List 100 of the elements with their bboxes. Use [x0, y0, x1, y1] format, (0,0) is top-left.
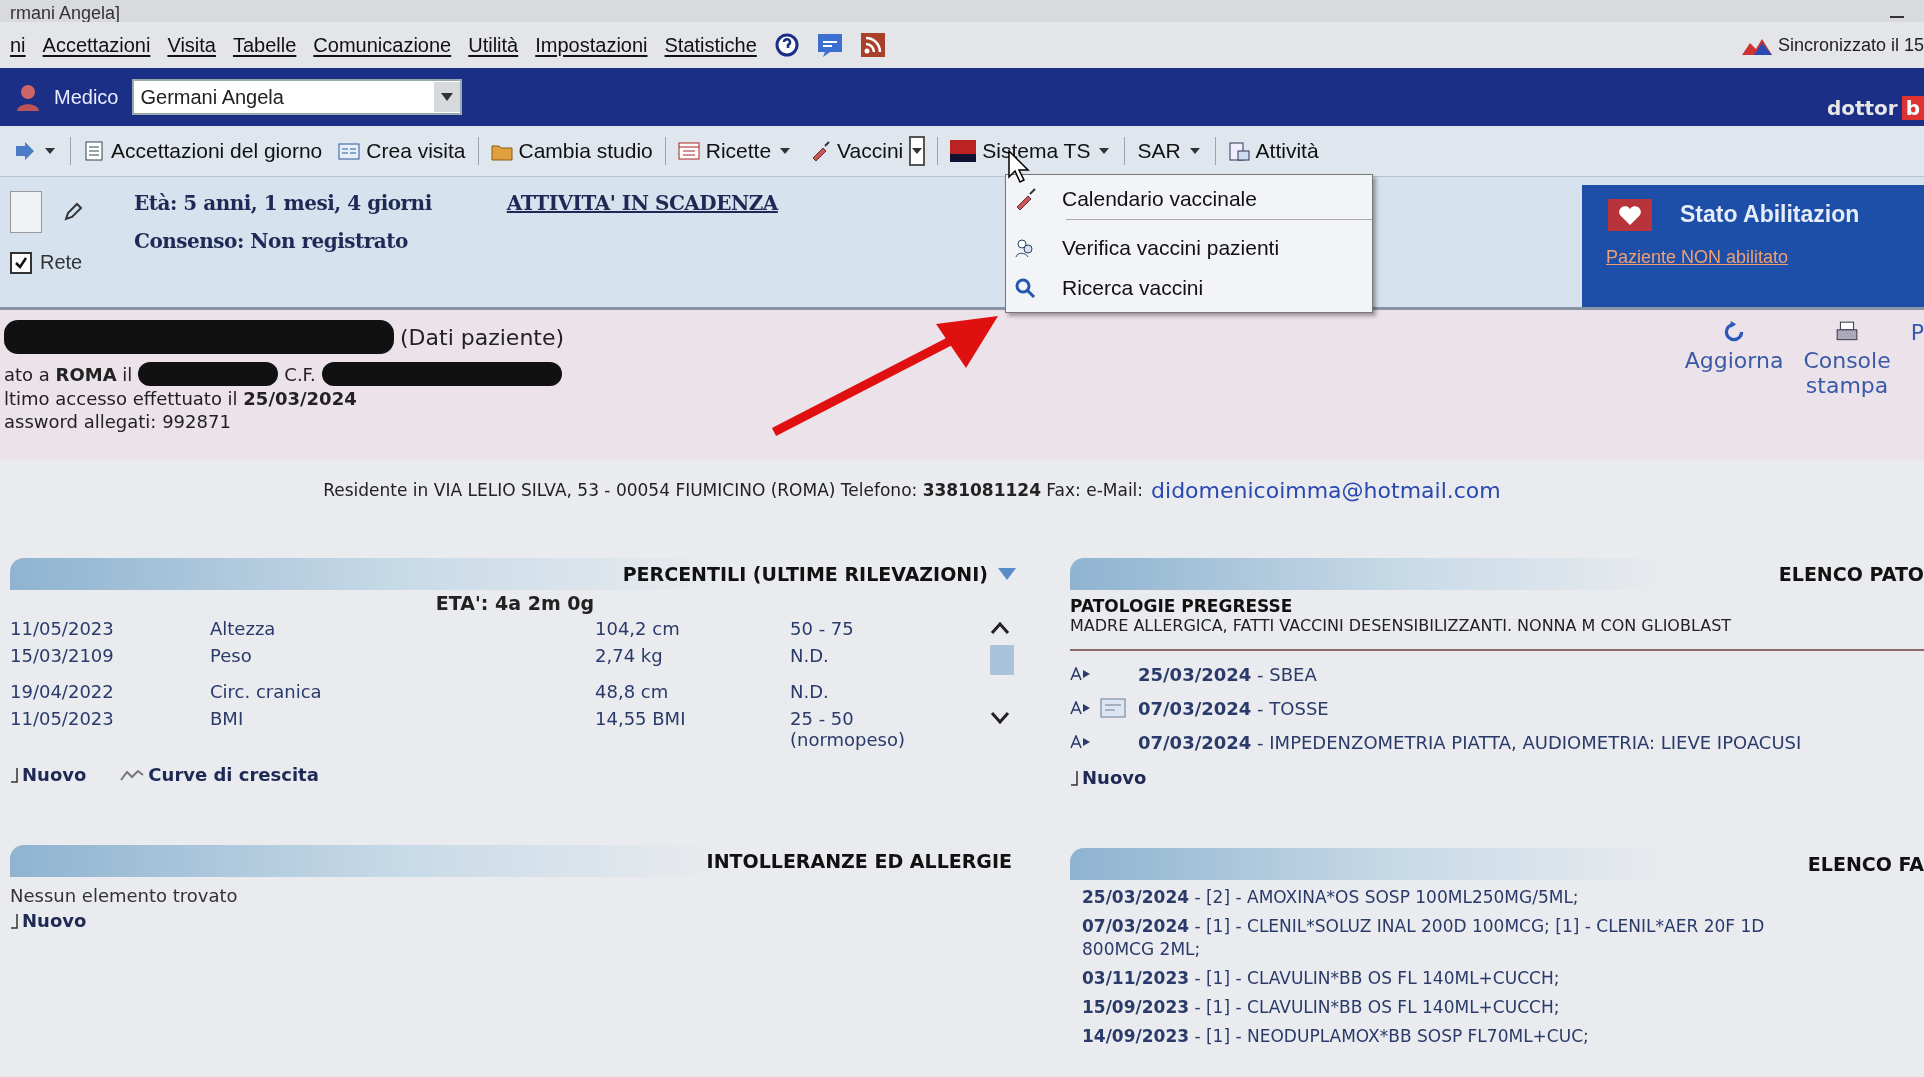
activities-link[interactable]: ATTIVITA' IN SCADENZA	[506, 191, 778, 215]
letter-arrow-icon	[1070, 701, 1092, 715]
table-cell-text: 50 - 75	[790, 618, 855, 639]
email-link[interactable]: didomenicoimma@hotmail.com	[1151, 477, 1501, 503]
enablement-title: Stato Abilitazion	[1680, 200, 1860, 228]
page-icon	[1070, 769, 1078, 786]
table-cell-text: 19/04/2022	[10, 681, 115, 702]
toolbar-button[interactable]: Crea visita	[334, 137, 470, 165]
section-heading: PATOLOGIE PREGRESSE	[1070, 596, 1294, 616]
action-link[interactable]: Curve di crescita	[120, 764, 319, 785]
caret-icon[interactable]	[441, 93, 454, 101]
table-cell-text: (normopeso)	[790, 729, 906, 750]
rss-icon[interactable]	[859, 32, 886, 58]
form-icon	[338, 140, 361, 162]
action-link[interactable]: Nuovo	[10, 764, 87, 785]
photo-placeholder	[10, 191, 42, 233]
table-cell-text: 2,74 kg	[595, 645, 664, 668]
enablement-link[interactable]: Paziente NON abilitato	[1606, 247, 1924, 268]
table-cell-text: 25 - 50	[790, 708, 855, 729]
brand-logo: dottor	[1826, 96, 1898, 120]
panel-title: PERCENTILI (ULTIME RILEVAZIONI)	[622, 563, 988, 585]
table-cell-text: 11/05/2023	[10, 618, 115, 639]
action-link[interactable]: Nuovo	[1070, 767, 1147, 788]
menu-item[interactable]: Tabelle	[232, 33, 297, 57]
checkbox-label: Rete	[40, 251, 83, 274]
table-cell-text: Altezza	[210, 618, 277, 639]
document-icon	[1100, 698, 1126, 718]
window-title: rmani Angela]	[10, 4, 121, 22]
clipboard-icon	[1227, 140, 1250, 162]
prescription-entry[interactable]: 03/11/2023 - [1] - CLAVULIN*BB OS FL 140ML+CUCCH;	[1070, 966, 1924, 990]
prescription-entry[interactable]: 15/09/2023 - [1] - CLAVULIN*BB OS FL 140ML+CUCCH;	[1070, 995, 1924, 1019]
tax-code-label: C.F.	[284, 363, 316, 385]
search-icon	[1014, 277, 1036, 299]
pathology-entry[interactable]: 07/03/2024 - IMPEDENZOMETRIA PIATTA, AUDIOMETRIA: LIEVE IPOACUSI	[1138, 731, 1802, 753]
empty-message: Nessun elemento trovato	[10, 885, 239, 906]
list-icon	[83, 140, 105, 162]
notes-text: MADRE ALLERGICA, FATTI VACCINI DESENSIBILIZZANTI. NONNA M CON GLIOBLAST	[1070, 616, 1924, 651]
table-cell-text: 104,2 cm	[595, 618, 681, 639]
toolbar-button[interactable]: Cambia studio	[486, 137, 657, 165]
scroll-up-icon[interactable]	[990, 621, 1010, 635]
people-icon	[1014, 237, 1036, 259]
toolbar-button[interactable]: Accettazioni del giorno	[79, 137, 327, 165]
panel-title: ELENCO FA	[1807, 853, 1924, 875]
menu-item[interactable]: Calendario vaccinale	[1006, 179, 1372, 219]
toolbar-button[interactable]: SAR	[1133, 134, 1207, 168]
help-icon[interactable]	[773, 32, 800, 58]
action-link[interactable]: Nuovo	[10, 910, 87, 931]
toolbar-button[interactable]: Ricette	[673, 134, 798, 168]
table-cell-text: Circ. cranica	[210, 681, 323, 702]
prescription-entry[interactable]: 25/03/2024 - [2] - AMOXINA*OS SOSP 100ML250MG/5ML;	[1070, 886, 1924, 909]
ts-logo-icon	[950, 140, 977, 162]
menu-item[interactable]: ni	[10, 33, 26, 57]
doctor-select[interactable]: Germani Angela	[132, 79, 463, 115]
pathology-entry[interactable]: 07/03/2024 - TOSSE	[1138, 697, 1329, 719]
table-cell-text: N.D.	[790, 645, 830, 666]
syringe-icon	[1014, 188, 1036, 210]
user-icon	[16, 83, 40, 111]
chat-icon[interactable]	[816, 32, 843, 58]
dropdown-caret[interactable]	[909, 136, 926, 166]
page-icon	[10, 766, 18, 783]
birth-text: ato a ROMA il	[4, 363, 133, 385]
menu-item[interactable]: Utilità	[468, 33, 519, 57]
consent-text: Consenso: Non registrato	[134, 229, 409, 253]
menu-item[interactable]: Ricerca vaccini	[1006, 268, 1372, 308]
menu-item[interactable]: Impostazioni	[535, 33, 648, 57]
doctor-label: Medico	[54, 85, 119, 109]
menu-item[interactable]: Comunicazione	[313, 33, 452, 57]
table-cell-text: 15/03/2109	[10, 645, 115, 668]
chart-line-icon	[120, 767, 145, 782]
table-icon	[677, 140, 700, 162]
action-button[interactable]: P	[1910, 320, 1924, 460]
action-button[interactable]: Console stampa	[1803, 320, 1891, 460]
brand-logo-mark: b	[1901, 96, 1924, 120]
toolbar-button[interactable]: Attività	[1223, 137, 1323, 165]
residence-text: Residente in VIA LELIO SILVA, 53 - 00054 FIUMICINO (ROMA) Telefono: 3381081124 Fax: e-Mail:	[323, 480, 1144, 500]
last-access-text: ltimo accesso effettuato il 25/03/2024	[4, 388, 358, 409]
arrow-right-icon	[14, 140, 36, 162]
checkbox[interactable]	[10, 251, 32, 274]
scrollbar-thumb[interactable]	[990, 645, 1014, 675]
scroll-down-icon[interactable]	[990, 711, 1010, 725]
prescription-entry[interactable]: 07/03/2024 - [1] - CLENIL*SOLUZ INAL 200D 100MCG; [1] - CLENIL*AER 20F 1D 800MCG 2ML;	[1070, 914, 1924, 961]
prescription-entry[interactable]: 14/09/2023 - [1] - NEODUPLAMOX*BB SOSP FL70ML+CUC;	[1070, 1024, 1924, 1048]
sync-status: Sincronizzato il 15	[1777, 34, 1924, 56]
chevron-down-icon[interactable]	[998, 568, 1016, 580]
patient-data-label: (Dati paziente)	[400, 324, 565, 350]
age-heading: ETA': 4a 2m 0g	[435, 592, 595, 614]
menu-item[interactable]: Statistiche	[664, 33, 757, 57]
pathology-entry[interactable]: 25/03/2024 - SBEA	[1138, 663, 1317, 685]
age-text: Età: 5 anni, 1 mesi, 4 giorni	[134, 191, 432, 215]
table-cell-text: Peso	[210, 645, 253, 668]
menu-item[interactable]: Verifica vaccini pazienti	[1006, 228, 1372, 268]
table-cell-text: 11/05/2023	[10, 708, 115, 731]
toolbar-button[interactable]: Vaccini	[805, 134, 930, 168]
letter-arrow-icon	[1070, 667, 1092, 681]
table-cell-text: BMI	[210, 708, 245, 731]
table-cell-text: N.D.	[790, 681, 830, 702]
action-button[interactable]: Aggiorna	[1684, 320, 1784, 460]
menu-item[interactable]: Accettazioni	[42, 33, 151, 57]
table-cell-text: 48,8 cm	[595, 681, 670, 702]
menu-item[interactable]: Visita	[167, 33, 216, 57]
